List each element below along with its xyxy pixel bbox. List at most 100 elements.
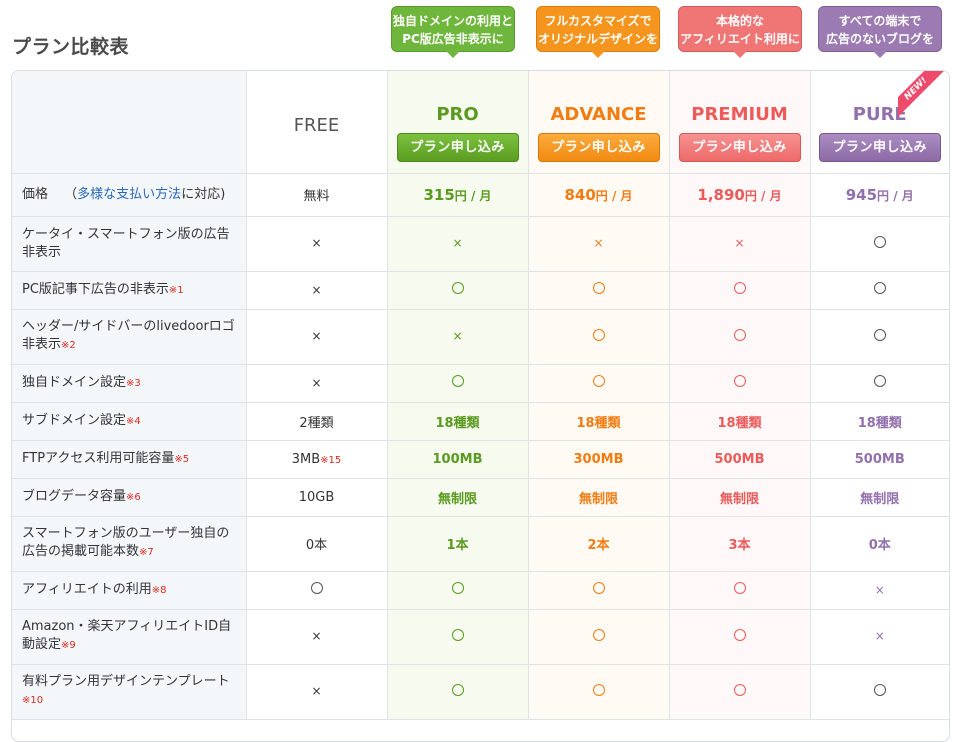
plan-name-free: FREE bbox=[293, 115, 340, 136]
cell-advance: 無制限 bbox=[527, 477, 670, 517]
feature-label: ケータイ・スマートフォン版の広告非表示 bbox=[12, 215, 247, 272]
cell-free: × bbox=[245, 215, 388, 272]
cell-free: 0本 bbox=[245, 515, 388, 572]
feature-label-text: スマートフォン版のユーザー独自の広告の掲載可能本数 bbox=[22, 526, 230, 559]
price-advance: 840円 / 月 bbox=[527, 172, 670, 217]
feature-label: ブログデータ容量※6 bbox=[12, 477, 247, 517]
feature-label-text: ヘッダー/サイドバーのlivedoorロゴ非表示 bbox=[22, 319, 235, 352]
available-circle-icon bbox=[733, 328, 746, 341]
page-title: プラン比較表 bbox=[12, 36, 130, 58]
callout-advance: フルカスタマイズで オリジナルデザインを bbox=[536, 6, 660, 58]
payment-methods-link[interactable]: 多様な支払い方法 bbox=[77, 187, 181, 202]
callout-pro-line1: 独自ドメインの利用と bbox=[392, 13, 513, 28]
cell-free: × bbox=[245, 308, 388, 365]
cell-advance bbox=[527, 270, 670, 310]
callout-pure: すべての端末で 広告のないブログを bbox=[818, 6, 942, 58]
cell-pure: 500MB bbox=[809, 439, 949, 479]
available-circle-icon bbox=[592, 683, 605, 696]
plan-header-free: FREE bbox=[245, 71, 388, 174]
cell-premium bbox=[668, 608, 811, 665]
unavailable-cross-icon: × bbox=[311, 684, 322, 698]
cell-value: 無制限 bbox=[578, 491, 618, 507]
unavailable-cross-icon: × bbox=[311, 329, 322, 343]
unavailable-cross-icon: × bbox=[311, 236, 322, 250]
cell-value: 300MB bbox=[573, 451, 624, 467]
cell-pro: × bbox=[386, 308, 529, 365]
cell-premium: 無制限 bbox=[668, 477, 811, 517]
unavailable-cross-icon: × bbox=[734, 236, 745, 250]
available-circle-icon bbox=[592, 282, 605, 294]
available-circle-icon bbox=[733, 375, 746, 387]
unavailable-cross-icon: × bbox=[452, 329, 463, 343]
cell-premium: 3本 bbox=[668, 515, 811, 572]
cell-free bbox=[245, 570, 388, 610]
apply-button-pure[interactable]: プラン申し込み bbox=[818, 133, 941, 162]
cell-premium: 500MB bbox=[668, 439, 811, 479]
feature-label: ヘッダー/サイドバーのlivedoorロゴ非表示※2 bbox=[12, 308, 247, 365]
feature-label: アフィリエイトの利用※8 bbox=[12, 570, 247, 610]
cell-pro bbox=[386, 608, 529, 665]
available-circle-icon bbox=[873, 328, 886, 341]
cell-advance: 18種類 bbox=[527, 401, 670, 441]
cell-value: 18種類 bbox=[717, 415, 762, 431]
apply-button-premium[interactable]: プラン申し込み bbox=[678, 133, 801, 162]
cell-pro bbox=[386, 663, 529, 720]
available-circle-icon bbox=[733, 683, 746, 696]
table-row: FTPアクセス利用可能容量※5 3MB※15 100MB 300MB 500MB 500M… bbox=[12, 439, 949, 479]
footnote-marker: ※15 bbox=[320, 454, 342, 466]
footnote-marker: ※9 bbox=[61, 640, 76, 651]
available-circle-icon bbox=[873, 235, 886, 248]
cell-premium bbox=[668, 363, 811, 403]
cell-pure bbox=[809, 363, 949, 403]
price-pro: 315円 / 月 bbox=[386, 172, 529, 217]
price-premium-value: 1,890 bbox=[697, 185, 745, 204]
cell-advance: 2本 bbox=[527, 515, 670, 572]
cell-premium: × bbox=[668, 215, 811, 272]
apply-button-advance[interactable]: プラン申し込み bbox=[537, 133, 660, 162]
cell-pro: 18種類 bbox=[386, 401, 529, 441]
feature-label: Amazon・楽天アフィリエイトID自動設定※9 bbox=[12, 608, 247, 665]
cell-value: 2本 bbox=[587, 538, 610, 553]
price-label-post: に対応) bbox=[181, 186, 226, 202]
cell-value: 18種類 bbox=[857, 415, 902, 431]
cell-value: 500MB bbox=[714, 451, 765, 467]
plan-name-pure: PURE bbox=[852, 104, 907, 125]
available-circle-icon bbox=[873, 375, 886, 387]
feature-label: PC版記事下広告の非表示※1 bbox=[12, 270, 247, 310]
cell-pure: 無制限 bbox=[809, 477, 949, 517]
feature-label: 独自ドメイン設定※3 bbox=[12, 363, 247, 403]
cell-advance bbox=[527, 663, 670, 720]
footnote-marker: ※10 bbox=[22, 695, 44, 706]
cell-value: 3MB bbox=[291, 451, 321, 467]
available-circle-icon bbox=[592, 628, 605, 641]
available-circle-icon bbox=[592, 375, 605, 387]
available-circle-icon bbox=[733, 628, 746, 641]
apply-button-pro[interactable]: プラン申し込み bbox=[396, 133, 519, 162]
cell-free: × bbox=[245, 608, 388, 665]
available-circle-icon bbox=[310, 582, 323, 594]
cell-value: 0本 bbox=[868, 538, 891, 553]
table-row: Amazon・楽天アフィリエイトID自動設定※9 × × bbox=[12, 608, 949, 665]
table-row: 有料プラン用デザインテンプレート ※10 × bbox=[12, 663, 949, 720]
cell-free: 3MB※15 bbox=[245, 439, 388, 479]
cell-premium bbox=[668, 570, 811, 610]
cell-value: 18種類 bbox=[576, 415, 621, 431]
cell-pure bbox=[809, 308, 949, 365]
feature-label-text: ケータイ・スマートフォン版の広告非表示 bbox=[22, 226, 230, 260]
table-row: PC版記事下広告の非表示※1 × bbox=[12, 270, 949, 310]
callout-pro: 独自ドメインの利用と PC版広告非表示に bbox=[391, 6, 515, 58]
plan-header-premium: PREMIUM プラン申し込み bbox=[668, 71, 811, 174]
table-row: ヘッダー/サイドバーのlivedoorロゴ非表示※2 × × bbox=[12, 308, 949, 365]
cell-pure bbox=[809, 270, 949, 310]
feature-label-text: 独自ドメイン設定 bbox=[22, 374, 127, 390]
footnote-marker: ※3 bbox=[126, 377, 141, 389]
footnote-marker: ※4 bbox=[126, 415, 141, 427]
callout-premium-line2: アフィリエイト利用に bbox=[680, 31, 800, 46]
price-label: 価格 bbox=[22, 186, 49, 202]
price-free: 無料 bbox=[245, 172, 388, 217]
footnote-marker: ※8 bbox=[151, 584, 167, 596]
cell-pro: 1本 bbox=[386, 515, 529, 572]
feature-label: FTPアクセス利用可能容量※5 bbox=[12, 439, 247, 479]
cell-premium bbox=[668, 308, 811, 365]
callout-pure-line1: すべての端末で bbox=[838, 13, 922, 28]
